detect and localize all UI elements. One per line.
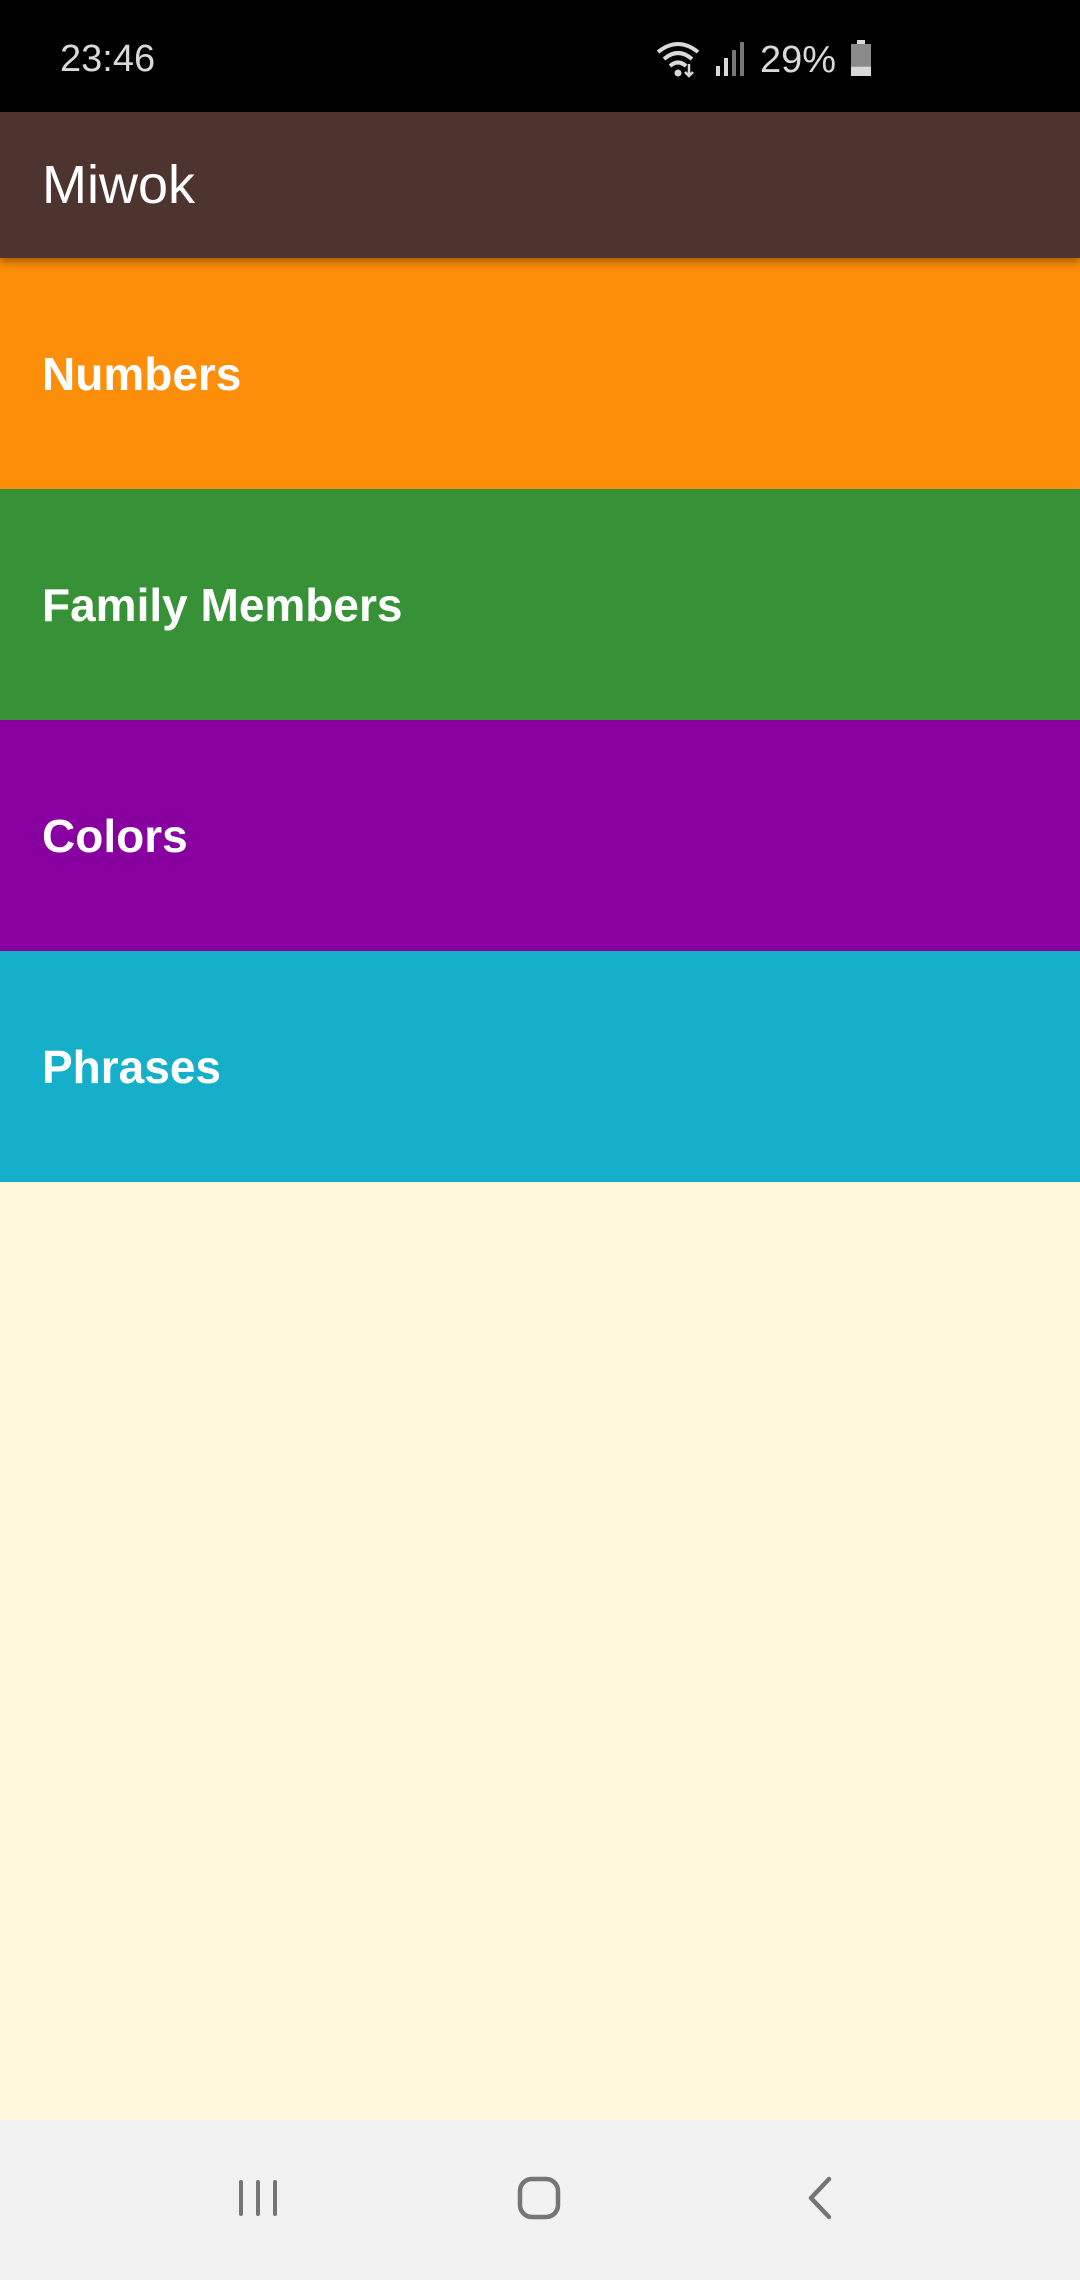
category-label: Family Members [42,578,403,631]
navigation-bar [0,2120,1080,2280]
status-time: 23:46 [60,38,156,80]
back-button[interactable] [760,2160,880,2240]
category-numbers[interactable]: Numbers [0,258,1080,489]
status-bar: 23:46 29% [0,0,1080,112]
battery-icon [850,39,872,81]
home-icon [517,2176,561,2225]
category-colors[interactable]: Colors [0,720,1080,951]
category-label: Numbers [42,347,242,400]
app-title: Miwok [42,155,196,215]
status-icons: 29% [656,38,872,83]
recents-button[interactable] [198,2160,318,2240]
recents-icon [237,2178,279,2223]
home-button[interactable] [479,2160,599,2240]
wifi-icon [656,38,700,83]
category-label: Colors [42,809,188,862]
battery-percent: 29% [759,39,836,81]
category-label: Phrases [42,1040,222,1093]
app-bar: Miwok [0,112,1080,258]
category-family-members[interactable]: Family Members [0,489,1080,720]
category-phrases[interactable]: Phrases [0,951,1080,1182]
signal-icon [714,40,746,81]
back-icon [805,2176,835,2225]
